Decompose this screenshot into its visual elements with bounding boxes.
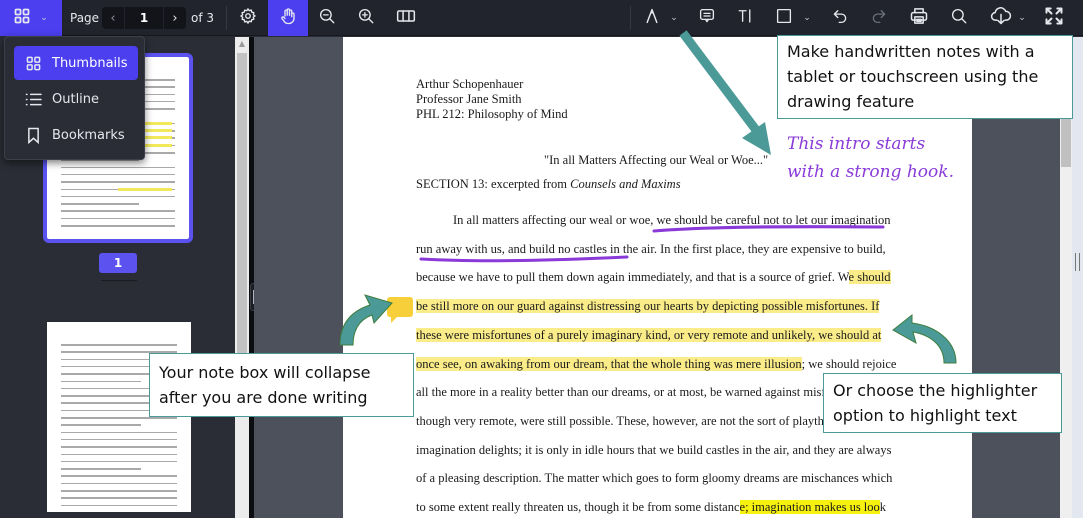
straight-arrow [679, 30, 771, 155]
note-tip-callout: Your note box will collapse after you ar… [149, 353, 414, 417]
curved-arrow [339, 294, 393, 346]
curved-arrow [892, 313, 957, 364]
drawing-tip-callout: Make handwritten notes with a tablet or … [777, 35, 1073, 119]
pdf-viewer-app: ⌄ Page ‹ › of 3 ⌄ [0, 0, 1083, 518]
highlighter-tip-callout: Or choose the highlighter option to high… [823, 373, 1062, 433]
